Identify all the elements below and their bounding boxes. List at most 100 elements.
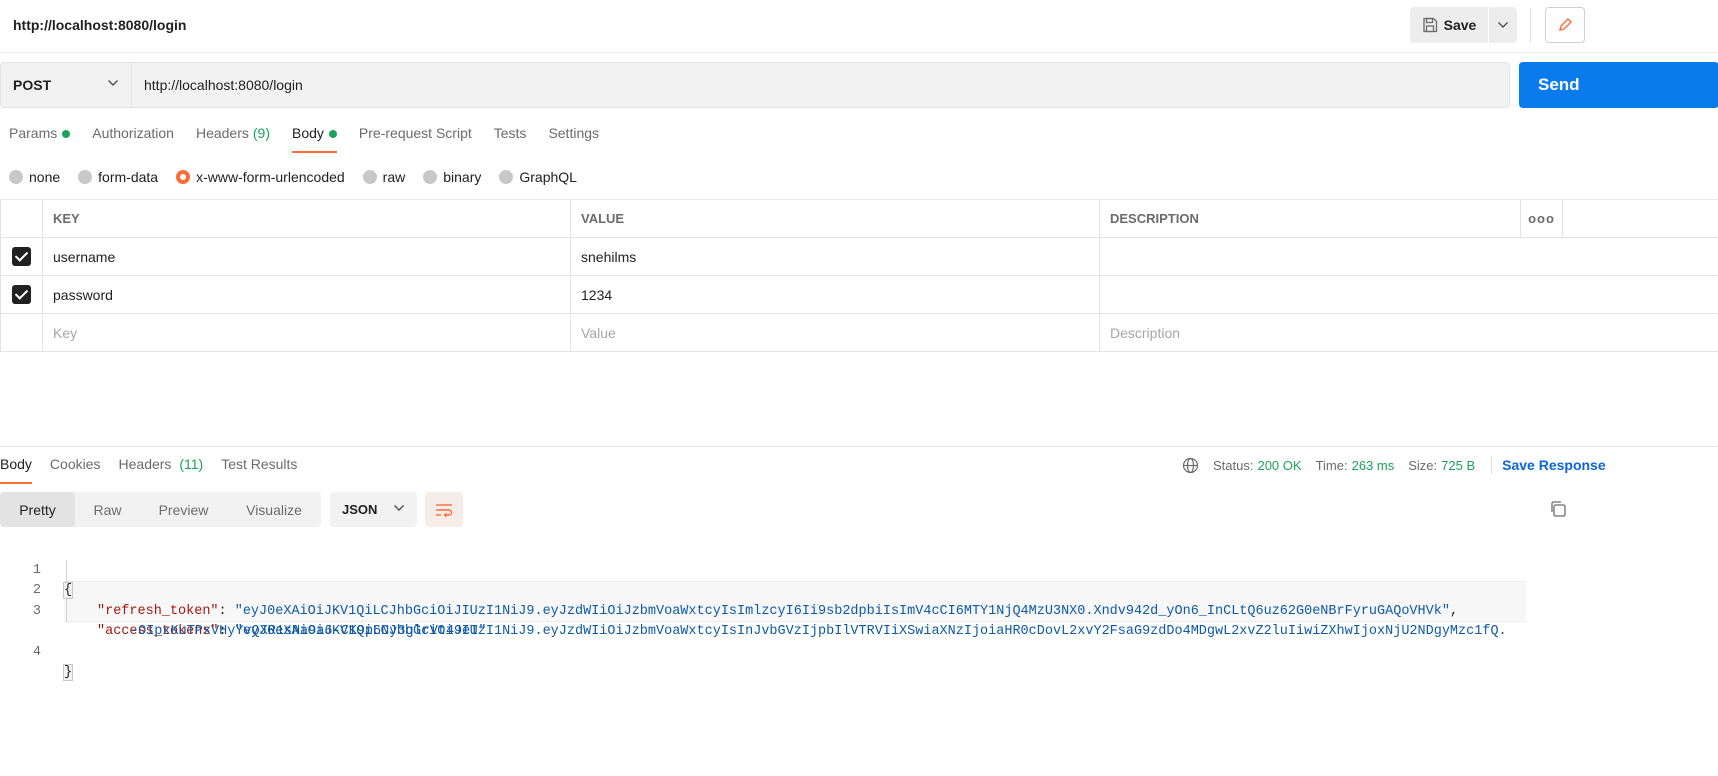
pencil-icon	[1559, 18, 1572, 31]
radio-form-data[interactable]: form-data	[78, 169, 158, 185]
tab-body[interactable]: Body	[292, 125, 337, 153]
save-label: Save	[1443, 17, 1477, 33]
value-cell[interactable]: 1234	[570, 275, 1100, 314]
code-line: 4 }	[0, 622, 1718, 681]
view-pretty-button[interactable]: Pretty	[0, 492, 75, 527]
request-tabs: Params Authorization Headers (9) Body Pr…	[9, 125, 621, 155]
line-number: 4	[32, 644, 41, 660]
response-tab-test-results[interactable]: Test Results	[221, 456, 297, 484]
table-row-new: Key Value Description	[0, 313, 1718, 352]
radio-none[interactable]: none	[9, 169, 60, 185]
tab-headers[interactable]: Headers (9)	[196, 125, 270, 153]
tab-params-label: Params	[9, 125, 58, 141]
code-line: 1 {	[0, 540, 1718, 599]
save-dropdown-button[interactable]	[1489, 7, 1517, 43]
radio-raw[interactable]: raw	[362, 169, 406, 185]
status-label: Status:	[1213, 457, 1254, 473]
save-icon	[1422, 17, 1437, 33]
view-visualize-button[interactable]: Visualize	[227, 492, 321, 527]
params-table: KEY VALUE DESCRIPTION ooo username snehi…	[0, 199, 1718, 352]
code-line-wrapped: -OIpxKuTPxVHyYvQXR1sNa9a6-CK9p6Ny3glrVt4…	[0, 602, 1718, 639]
radio-label: raw	[382, 169, 406, 185]
response-tab-headers[interactable]: Headers (11)	[119, 456, 204, 484]
header-spacer	[1562, 199, 1718, 238]
row-checkbox[interactable]	[12, 285, 31, 304]
radio-circle-checked	[176, 170, 191, 184]
body-type-selector: none form-data x-www-form-urlencoded raw…	[9, 166, 595, 188]
globe-icon[interactable]	[1182, 457, 1199, 474]
save-response-button[interactable]: Save Response	[1502, 457, 1606, 473]
tab-pre-request-script[interactable]: Pre-request Script	[359, 125, 472, 153]
table-row: username snehilms	[0, 237, 1718, 276]
radio-graphql[interactable]: GraphQL	[499, 169, 577, 185]
close-brace: }	[62, 664, 74, 681]
body-indicator-dot	[328, 130, 337, 138]
request-header: http://localhost:8080/login Save	[0, 0, 1718, 53]
radio-circle	[9, 170, 23, 184]
response-meta: Status: 200 OK Time: 263 ms Size: 725 B …	[1182, 456, 1606, 474]
response-headers-count: (11)	[179, 456, 204, 472]
radio-binary[interactable]: binary	[423, 169, 481, 185]
send-button[interactable]: Send	[1519, 62, 1718, 108]
copy-icon	[1551, 501, 1566, 517]
radio-x-www-form-urlencoded[interactable]: x-www-form-urlencoded	[176, 169, 345, 185]
tab-params[interactable]: Params	[9, 125, 71, 153]
time-label: Time:	[1315, 457, 1348, 473]
params-indicator-dot	[62, 130, 71, 138]
row-checkbox[interactable]	[12, 247, 31, 266]
radio-label: x-www-form-urlencoded	[196, 169, 345, 185]
response-tab-body[interactable]: Body	[0, 456, 32, 484]
url-input[interactable]	[132, 62, 1510, 108]
tab-authorization-label: Authorization	[92, 125, 174, 141]
chevron-down-icon	[1498, 22, 1508, 28]
request-title[interactable]: http://localhost:8080/login	[13, 17, 186, 33]
response-body-code[interactable]: 1 { 2 "refresh_token": "eyJ0eXAiOiJKV1Qi…	[0, 540, 1718, 681]
code-line: 2 "refresh_token": "eyJ0eXAiOiJKV1QiLCJh…	[0, 561, 1718, 619]
radio-circle	[362, 170, 377, 184]
format-label: JSON	[342, 502, 378, 517]
wrap-lines-button[interactable]	[425, 492, 463, 527]
format-select[interactable]: JSON	[330, 492, 417, 527]
size-value[interactable]: 725 B	[1441, 458, 1475, 473]
radio-circle	[499, 170, 514, 184]
wrap-lines-icon	[436, 503, 453, 517]
radio-label: none	[29, 169, 61, 185]
key-placeholder[interactable]: Key	[42, 313, 571, 352]
tab-body-label: Body	[292, 125, 324, 141]
view-preview-button[interactable]: Preview	[140, 492, 227, 527]
response-divider[interactable]	[0, 446, 1718, 447]
save-button[interactable]: Save	[1410, 7, 1488, 43]
tab-pre-request-script-label: Pre-request Script	[358, 125, 472, 141]
row-checkbox-cell	[0, 275, 43, 314]
view-raw-button[interactable]: Raw	[75, 492, 140, 527]
headers-count: (9)	[252, 125, 270, 141]
method-label: POST	[13, 77, 52, 93]
chevron-down-icon	[394, 505, 404, 511]
radio-circle	[78, 170, 93, 184]
method-select[interactable]: POST	[0, 62, 132, 108]
save-group: Save	[1410, 7, 1517, 43]
description-placeholder[interactable]: Description	[1099, 313, 1718, 352]
row-checkbox-cell-empty	[0, 313, 43, 352]
description-cell[interactable]	[1099, 237, 1718, 276]
copy-button[interactable]	[1549, 500, 1571, 522]
description-cell[interactable]	[1099, 275, 1718, 314]
row-checkbox-cell	[0, 237, 43, 276]
column-header-key: KEY	[42, 199, 571, 238]
edit-button[interactable]	[1545, 7, 1585, 43]
size-label: Size:	[1408, 457, 1438, 473]
divider	[1530, 8, 1531, 42]
tab-tests[interactable]: Tests	[494, 125, 527, 153]
response-tab-cookies[interactable]: Cookies	[50, 456, 101, 484]
time-value[interactable]: 263 ms	[1352, 458, 1395, 473]
key-cell[interactable]: username	[42, 237, 571, 276]
tab-settings[interactable]: Settings	[548, 125, 599, 153]
tab-authorization[interactable]: Authorization	[92, 125, 174, 153]
key-cell[interactable]: password	[42, 275, 571, 314]
value-cell[interactable]: snehilms	[570, 237, 1100, 276]
view-mode-group: Pretty Raw Preview Visualize	[0, 492, 321, 527]
value-placeholder[interactable]: Value	[570, 313, 1100, 352]
status-value[interactable]: 200 OK	[1257, 458, 1301, 473]
radio-label: form-data	[98, 169, 159, 185]
more-options-button[interactable]: ooo	[1520, 199, 1563, 238]
